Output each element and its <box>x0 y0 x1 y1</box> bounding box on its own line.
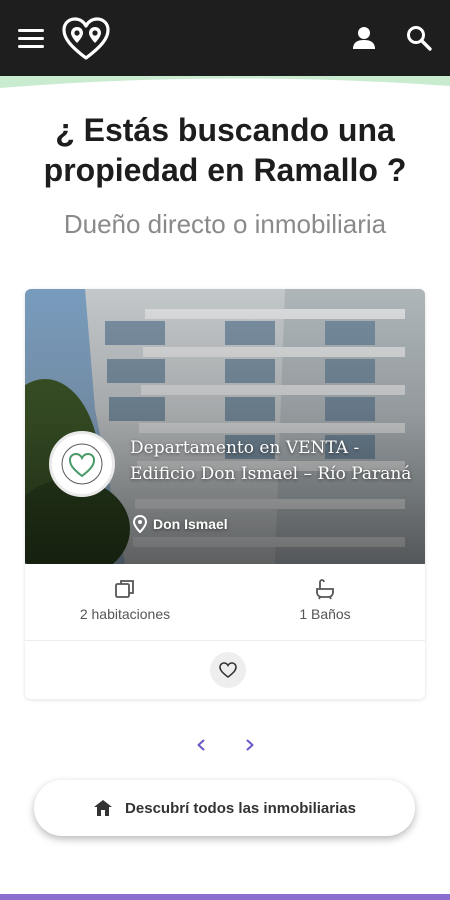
search-icon[interactable] <box>405 24 433 52</box>
property-features: 2 habitaciones 1 Baños <box>25 564 425 641</box>
feature-rooms: 2 habitaciones <box>25 578 225 622</box>
property-location: Don Ismael <box>133 514 228 534</box>
feature-baths: 1 Baños <box>225 578 425 622</box>
property-card[interactable]: Departamento en VENTA - Edificio Don Ism… <box>25 289 425 699</box>
header-accent-curve <box>0 76 450 88</box>
page-title: ¿ Estás buscando una propiedad en Ramall… <box>43 112 407 188</box>
card-actions <box>25 641 425 699</box>
user-icon[interactable] <box>350 24 378 52</box>
bathtub-icon <box>316 579 334 600</box>
chevron-right-icon <box>246 739 254 751</box>
bottom-accent-bar <box>0 894 450 900</box>
chevron-left-icon <box>197 739 205 751</box>
agency-logo-avatar[interactable] <box>49 431 115 497</box>
rooms-icon <box>115 580 134 598</box>
carousel-next-button[interactable] <box>240 735 260 755</box>
rooms-label: 2 habitaciones <box>79 606 171 622</box>
heart-outline-icon <box>219 662 237 678</box>
page-subtitle: Dueño directo o inmobiliaria <box>63 209 387 239</box>
discover-agencies-button[interactable]: Descubrí todos las inmobiliarias <box>34 780 415 836</box>
location-label: Don Ismael <box>153 516 228 532</box>
hamburger-menu-icon[interactable] <box>18 29 44 49</box>
heart-pin-logo-icon[interactable] <box>60 16 112 62</box>
location-pin-icon <box>133 515 147 533</box>
carousel-prev-button[interactable] <box>191 735 211 755</box>
baths-label: 1 Baños <box>299 606 351 622</box>
favorite-button[interactable] <box>210 652 246 688</box>
agency-logo-icon <box>61 443 103 485</box>
house-icon <box>94 800 113 816</box>
discover-agencies-label: Descubrí todos las inmobiliarias <box>125 799 356 817</box>
property-title[interactable]: Departamento en VENTA - Edificio Don Ism… <box>130 435 420 487</box>
property-photo[interactable]: Departamento en VENTA - Edificio Don Ism… <box>25 289 425 564</box>
top-nav-bar <box>0 0 450 76</box>
